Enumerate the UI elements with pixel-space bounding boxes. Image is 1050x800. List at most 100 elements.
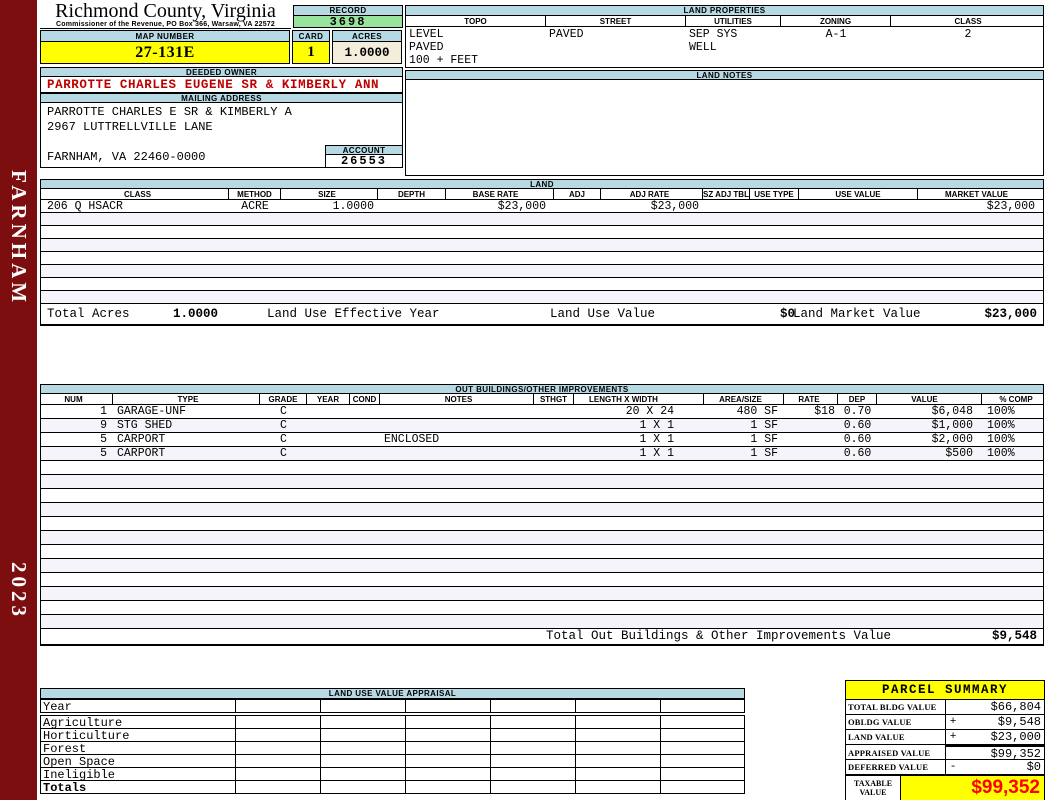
table-cell bbox=[281, 226, 378, 238]
table-cell bbox=[534, 517, 574, 530]
table-cell bbox=[982, 531, 1045, 544]
column-header: NOTES bbox=[380, 394, 534, 404]
table-cell bbox=[380, 461, 534, 474]
table-cell bbox=[350, 405, 380, 418]
table-row bbox=[41, 278, 1043, 291]
table-cell bbox=[877, 531, 982, 544]
table-cell bbox=[380, 587, 534, 600]
table-cell bbox=[661, 700, 746, 712]
table-cell bbox=[750, 239, 799, 251]
table-cell: 9 bbox=[100, 419, 107, 432]
table-cell bbox=[307, 475, 350, 488]
table-cell bbox=[750, 213, 799, 225]
table-row: 5 CARPORT C ENCLOSED 1 X 1 1 SF 0.60 $2,000 100% bbox=[41, 433, 1043, 447]
account-box: ACCOUNT 26553 bbox=[325, 145, 403, 168]
column-header: METHOD bbox=[229, 189, 281, 199]
table-cell bbox=[601, 213, 703, 225]
table-row bbox=[41, 545, 1043, 559]
column-header: LENGTH X WIDTH bbox=[574, 394, 704, 404]
table-cell bbox=[838, 517, 877, 530]
summary-value: $99,352 bbox=[960, 745, 1044, 761]
table-cell bbox=[750, 278, 799, 290]
table-cell bbox=[281, 252, 378, 264]
row-label: Totals bbox=[41, 781, 236, 793]
table-cell: 100% bbox=[987, 447, 1015, 460]
table-cell bbox=[406, 742, 491, 754]
table-cell bbox=[41, 503, 113, 516]
table-cell bbox=[41, 573, 113, 586]
table-cell bbox=[838, 559, 877, 572]
table-cell bbox=[918, 252, 1045, 264]
table-cell bbox=[350, 503, 380, 516]
table-cell bbox=[321, 755, 406, 767]
table-cell bbox=[534, 461, 574, 474]
table-cell bbox=[534, 419, 574, 432]
table-cell bbox=[704, 489, 784, 502]
table-cell: 0.60 bbox=[843, 433, 872, 446]
taxable-value-label: TAXABLE VALUE bbox=[846, 776, 901, 800]
land-use-value-label: Land Use Value bbox=[550, 307, 656, 321]
column-header: SZ ADJ TBL bbox=[703, 189, 750, 199]
table-cell bbox=[41, 545, 113, 558]
table-row: 1 GARAGE-UNF C 20 X 24 480 SF $18 0.70 $6,048 10… bbox=[41, 405, 1043, 419]
table-cell bbox=[601, 278, 703, 290]
land-properties-values: LEVEL PAVED 100 + FEET PAVED SEP SYS WEL… bbox=[405, 27, 1044, 68]
table-cell bbox=[113, 489, 260, 502]
district-spine: FARNHAM 2023 bbox=[0, 0, 37, 800]
utilities-line: SEP SYS bbox=[689, 28, 738, 41]
table-cell bbox=[574, 517, 704, 530]
table-cell bbox=[703, 239, 750, 251]
column-header: RATE bbox=[784, 394, 838, 404]
table-cell bbox=[229, 213, 281, 225]
table-cell bbox=[750, 265, 799, 277]
table-cell bbox=[41, 291, 229, 303]
table-cell bbox=[380, 517, 534, 530]
table-cell bbox=[554, 200, 601, 212]
table-cell bbox=[321, 768, 406, 780]
out-buildings-total-label: Total Out Buildings & Other Improvements… bbox=[546, 629, 892, 643]
table-row bbox=[41, 615, 1043, 629]
table-cell bbox=[534, 615, 574, 628]
table-cell bbox=[307, 419, 350, 432]
table-cell bbox=[260, 545, 307, 558]
table-cell bbox=[406, 716, 491, 728]
table-cell bbox=[229, 239, 281, 251]
table-cell bbox=[576, 768, 661, 780]
table-cell bbox=[491, 755, 576, 767]
table-cell bbox=[307, 601, 350, 614]
table-cell bbox=[576, 729, 661, 741]
table-cell bbox=[534, 573, 574, 586]
table-cell bbox=[41, 475, 113, 488]
mailing-address-box: MAILING ADDRESS PARROTTE CHARLES E SR & … bbox=[40, 93, 403, 168]
table-row: Totals bbox=[40, 780, 745, 794]
table-cell bbox=[799, 213, 918, 225]
table-cell bbox=[877, 573, 982, 586]
table-cell bbox=[750, 252, 799, 264]
table-cell bbox=[918, 291, 1045, 303]
table-cell: 480 SF bbox=[736, 405, 778, 418]
column-header: % COMP bbox=[999, 394, 1033, 404]
table-cell: 1 X 1 bbox=[639, 433, 674, 446]
table-cell bbox=[784, 517, 838, 530]
table-cell bbox=[41, 615, 113, 628]
table-cell bbox=[918, 265, 1045, 277]
table-cell bbox=[838, 475, 877, 488]
table-cell bbox=[703, 252, 750, 264]
table-cell bbox=[799, 278, 918, 290]
table-cell: 0.70 bbox=[843, 405, 872, 418]
table-cell: 5 bbox=[100, 433, 107, 446]
table-cell bbox=[260, 601, 307, 614]
table-cell bbox=[41, 239, 229, 251]
table-cell bbox=[113, 475, 260, 488]
row-label: Open Space bbox=[41, 755, 236, 767]
table-cell bbox=[799, 239, 918, 251]
table-cell bbox=[380, 419, 534, 432]
table-cell bbox=[113, 461, 260, 474]
table-cell bbox=[307, 573, 350, 586]
table-cell bbox=[236, 781, 321, 793]
topo-line: LEVEL bbox=[409, 28, 444, 41]
summary-row: OBLDG VALUE + $9,548 bbox=[846, 715, 1044, 730]
table-cell bbox=[307, 545, 350, 558]
table-cell: GARAGE-UNF bbox=[117, 405, 187, 418]
column-header: TOPO bbox=[406, 16, 546, 26]
